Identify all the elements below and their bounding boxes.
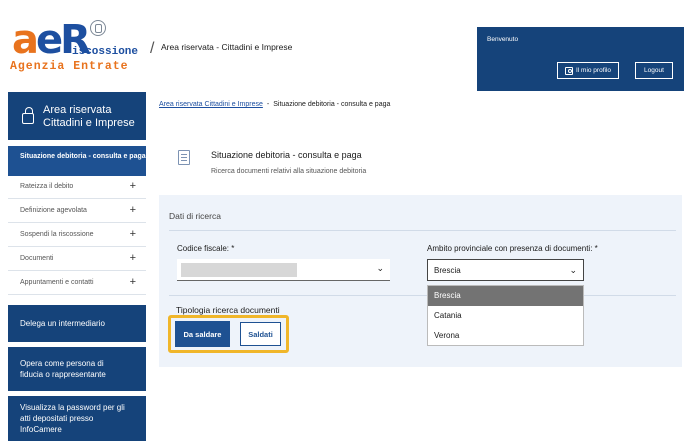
profile-button-label: Il mio profilo <box>575 67 612 74</box>
sidebar-title: Area riservata Cittadini e Imprese <box>43 104 135 129</box>
lock-icon <box>22 107 34 124</box>
sidebar-item-password-infocamere[interactable]: Visualizza la password per gli atti depo… <box>8 396 146 441</box>
expand-plus-icon[interactable]: + <box>130 228 136 240</box>
user-panel: Benvenuto Il mio profilo Logout <box>477 27 684 91</box>
tipologia-ricerca-label: Tipologia ricerca documenti <box>176 305 280 315</box>
sidebar-item-label: Sospendi la riscossione <box>20 231 94 238</box>
republic-emblem-icon <box>90 20 106 36</box>
dropdown-option-brescia[interactable]: Brescia <box>428 286 583 306</box>
expand-plus-icon[interactable]: + <box>130 252 136 264</box>
sidebar-item-documenti[interactable]: Documenti + <box>8 248 146 271</box>
sidebar-header[interactable]: Area riservata Cittadini e Imprese <box>8 92 146 140</box>
header: aeR iscossione Agenzia Entrate / Area ri… <box>0 0 692 92</box>
codice-fiscale-label: Codice fiscale: * <box>177 244 235 253</box>
breadcrumb-link-area-riservata[interactable]: Area riservata Cittadini e Imprese <box>159 101 263 108</box>
sidebar-item-current[interactable]: Situazione debitoria - consulta e paga <box>8 146 146 176</box>
sidebar-item-rateizza[interactable]: Rateizza il debito + <box>8 176 146 199</box>
welcome-label: Benvenuto <box>487 36 519 43</box>
search-section-title: Dati di ricerca <box>169 211 221 221</box>
divider <box>169 230 676 231</box>
sidebar-item-label: Rateizza il debito <box>20 183 74 190</box>
saldati-button[interactable]: Saldati <box>240 322 281 346</box>
breadcrumb-separator: - <box>266 101 270 108</box>
ambito-selected-value: Brescia <box>434 266 461 275</box>
logo-riscossione-text: iscossione <box>72 46 139 58</box>
ambito-dropdown-list: Brescia Catania Verona <box>427 285 584 346</box>
expand-plus-icon[interactable]: + <box>130 276 136 288</box>
sidebar-item-definizione[interactable]: Definizione agevolata + <box>8 200 146 223</box>
logout-button[interactable]: Logout <box>635 62 673 79</box>
profile-button[interactable]: Il mio profilo <box>557 62 619 79</box>
logo-agenzia-text: Agenzia Entrate <box>10 60 129 73</box>
page-subtitle: Ricerca documenti relativi alla situazio… <box>211 168 367 175</box>
redacted-value <box>181 263 297 277</box>
chevron-down-icon: ⌄ <box>376 263 384 273</box>
header-area-title: Area riservata - Cittadini e Imprese <box>161 42 293 52</box>
sidebar-item-persona-fiducia[interactable]: Opera come persona di fiducia o rapprese… <box>8 347 146 391</box>
sidebar-item-label: Definizione agevolata <box>20 207 87 214</box>
page-title: Situazione debitoria - consulta e paga <box>211 150 362 160</box>
codice-fiscale-select[interactable]: ⌄ <box>177 259 390 281</box>
sidebar-item-label: Appuntamenti e contatti <box>20 279 94 286</box>
dropdown-option-verona[interactable]: Verona <box>428 326 583 346</box>
ambito-provinciale-select[interactable]: Brescia ⌄ <box>427 259 584 281</box>
expand-plus-icon[interactable]: + <box>130 204 136 216</box>
agenzia-entrate-riscossione-logo[interactable]: aeR iscossione Agenzia Entrate <box>10 18 145 73</box>
sidebar-item-delega[interactable]: Delega un intermediario <box>8 305 146 342</box>
divider <box>169 295 676 296</box>
da-saldare-button[interactable]: Da saldare <box>175 321 230 347</box>
sidebar-item-sospendi[interactable]: Sospendi la riscossione + <box>8 224 146 247</box>
sidebar-item-appuntamenti[interactable]: Appuntamenti e contatti + <box>8 272 146 295</box>
breadcrumb-current: Situazione debitoria - consulta e paga <box>273 101 391 108</box>
document-icon <box>178 150 190 165</box>
sidebar: Area riservata Cittadini e Imprese Situa… <box>8 92 146 441</box>
breadcrumb: Area riservata Cittadini e Imprese - Situa… <box>159 101 390 108</box>
user-card-icon <box>564 66 573 75</box>
sidebar-item-label: Documenti <box>20 255 54 262</box>
expand-plus-icon[interactable]: + <box>130 180 136 192</box>
chevron-down-icon: ⌄ <box>569 265 577 275</box>
dropdown-option-catania[interactable]: Catania <box>428 306 583 326</box>
ambito-provinciale-label: Ambito provinciale con presenza di docum… <box>427 244 598 253</box>
header-separator: / <box>150 40 155 57</box>
